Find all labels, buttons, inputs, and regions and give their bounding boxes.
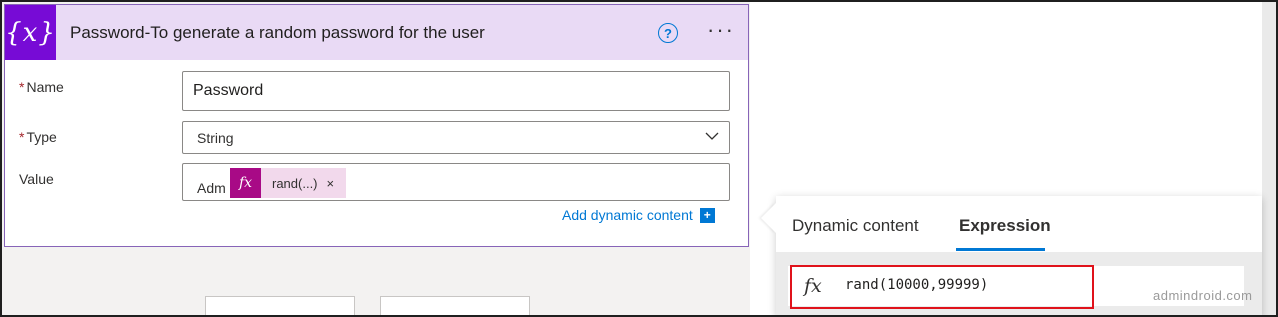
name-label-text: Name [26, 79, 64, 95]
add-dynamic-content-link[interactable]: Add dynamic content + [562, 207, 715, 223]
type-label-text: Type [26, 129, 57, 145]
panel-pointer [761, 203, 776, 233]
value-input[interactable]: Adm fx rand(...) × [182, 163, 730, 201]
highlight-box [790, 265, 1094, 309]
next-step-card[interactable] [205, 296, 355, 317]
more-options-icon[interactable]: ··· [707, 17, 735, 43]
required-mark: * [19, 79, 25, 95]
initialize-variable-card: {x} Password-To generate a random passwo… [4, 4, 749, 247]
remove-token-icon[interactable]: × [327, 176, 335, 191]
name-input[interactable]: Password [182, 71, 730, 111]
function-icon: fx [230, 168, 261, 198]
active-tab-indicator [956, 248, 1045, 251]
scrollbar[interactable] [1262, 0, 1276, 317]
card-header[interactable]: {x} Password-To generate a random passwo… [5, 5, 748, 60]
type-selected-value: String [197, 129, 234, 146]
add-dynamic-content-label: Add dynamic content [562, 207, 693, 223]
type-dropdown[interactable]: String [182, 121, 730, 154]
next-step-card[interactable] [380, 296, 530, 317]
tab-expression[interactable]: Expression [959, 216, 1051, 236]
plus-icon: + [699, 207, 715, 223]
expression-token[interactable]: fx rand(...) × [230, 168, 346, 198]
required-mark: * [19, 129, 25, 145]
variable-icon: {x} [5, 5, 56, 60]
chevron-down-icon [705, 132, 719, 140]
value-label: Value [19, 171, 54, 187]
watermark: admindroid.com [1153, 288, 1253, 303]
help-icon[interactable]: ? [658, 23, 678, 43]
card-title[interactable]: Password-To generate a random password f… [70, 23, 485, 43]
token-label: rand(...) [272, 175, 318, 191]
name-input-value: Password [193, 82, 264, 99]
tab-dynamic-content[interactable]: Dynamic content [792, 216, 919, 236]
name-label: * Name [19, 79, 64, 95]
type-label: * Type [19, 129, 57, 145]
value-prefix-text: Adm [197, 180, 226, 196]
